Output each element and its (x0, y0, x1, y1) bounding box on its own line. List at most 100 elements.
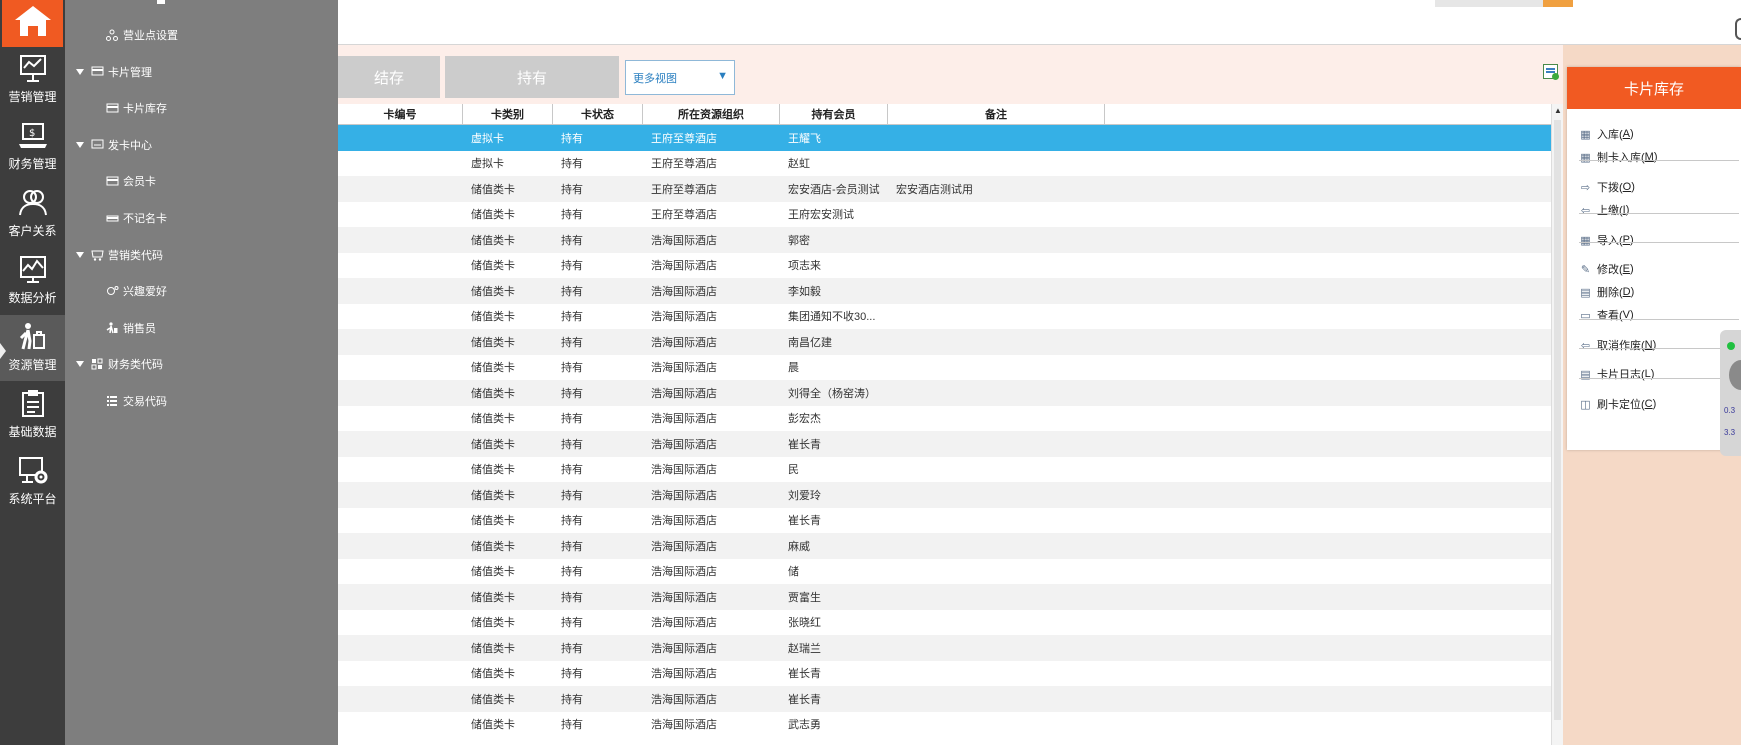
cell-card-type: 储值类卡 (471, 617, 515, 630)
table-row[interactable]: 储值类卡 持有 浩海国际酒店 项志来 (338, 253, 1551, 279)
action-delete[interactable]: ▤ 删除(D) (1579, 282, 1634, 302)
expand-triangle-icon[interactable] (76, 361, 84, 368)
cell-card-type: 储值类卡 (471, 693, 515, 706)
action-make-card[interactable]: ▦ 制卡入库(M) (1579, 147, 1657, 167)
action-cancel-void[interactable]: ⇦ 取消作废(N) (1579, 335, 1656, 355)
action-stock-in[interactable]: ▦ 入库(A) (1579, 124, 1633, 144)
cell-card-status: 持有 (561, 591, 583, 604)
table-row[interactable]: 虚拟卡 持有 王府至尊酒店 赵虹 (338, 151, 1551, 177)
finance-code-icon (90, 358, 104, 370)
column-header-card-no[interactable]: 卡编号 (338, 104, 463, 124)
tree-item-card-center[interactable]: 发卡中心 (76, 136, 152, 154)
table-row[interactable]: 储值类卡 持有 浩海国际酒店 麻威 (338, 533, 1551, 559)
column-header-org[interactable]: 所在资源组织 (643, 104, 780, 124)
action-return-arrow[interactable]: ⇦ 上缴(I) (1579, 200, 1630, 220)
column-header-member[interactable]: 持有会员 (780, 104, 888, 124)
table-row[interactable]: 储值类卡 持有 浩海国际酒店 崔长青 (338, 508, 1551, 534)
expand-triangle-icon[interactable] (76, 68, 84, 75)
table-row[interactable]: 储值类卡 持有 浩海国际酒店 郭密 (338, 227, 1551, 253)
cell-org: 浩海国际酒店 (651, 617, 717, 630)
sidebar-item-customers[interactable]: 客户关系 (0, 181, 65, 247)
action-swipe-card[interactable]: ◫ 刷卡定位(C) (1579, 394, 1656, 414)
allocate-arrow-icon: ⇨ (1580, 181, 1591, 194)
tree-item-label: 卡片管理 (108, 66, 152, 79)
transaction-list-icon (105, 395, 119, 407)
sidebar-item-resource-person[interactable]: 资源管理 (0, 315, 65, 381)
more-views-select[interactable]: 更多视图 ▼ (625, 60, 735, 95)
table-row[interactable]: 储值类卡 持有 浩海国际酒店 彭宏杰 (338, 406, 1551, 432)
table-row[interactable]: 储值类卡 持有 浩海国际酒店 贾富生 (338, 584, 1551, 610)
action-log-document[interactable]: ▤ 卡片日志(L) (1579, 364, 1654, 384)
action-allocate-arrow[interactable]: ⇨ 下拨(O) (1579, 177, 1635, 197)
action-label-end: ) (1652, 339, 1657, 351)
scroll-up-icon[interactable]: ▲ (1554, 106, 1562, 115)
make-card-icon: ▦ (1580, 151, 1591, 164)
table-row[interactable]: 储值类卡 持有 浩海国际酒店 武志勇 (338, 712, 1551, 738)
export-excel-icon[interactable] (1543, 64, 1559, 80)
table-row[interactable]: 储值类卡 持有 浩海国际酒店 民 (338, 457, 1551, 483)
action-edit[interactable]: ✎ 修改(E) (1579, 259, 1634, 279)
tree-item-hobby[interactable]: 兴趣爱好 (105, 282, 167, 300)
table-row[interactable]: 储值类卡 持有 浩海国际酒店 晨 (338, 355, 1551, 381)
scroll-thumb[interactable] (1554, 120, 1561, 720)
expand-triangle-icon[interactable] (76, 251, 84, 258)
cell-card-type: 储值类卡 (471, 209, 515, 222)
tree-item-transaction-list[interactable]: 交易代码 (105, 392, 167, 410)
table-row[interactable]: 储值类卡 持有 王府至尊酒店 王府宏安测试 (338, 202, 1551, 228)
table-row[interactable]: 储值类卡 持有 浩海国际酒店 南昌亿建 (338, 329, 1551, 355)
cell-note: 宏安酒店测试用 (896, 183, 973, 196)
more-views-value: 更多视图 (633, 72, 677, 85)
action-shortcut-key: D (1622, 286, 1631, 298)
tree-item-member-card[interactable]: 会员卡 (105, 172, 156, 190)
sidebar-item-finance-laptop[interactable]: $ 财务管理 (0, 114, 65, 180)
table-scrollbar[interactable]: ▲ (1551, 104, 1563, 745)
floating-widget[interactable]: 0.3 3.3 (1720, 330, 1741, 456)
sidebar-item-clipboard[interactable]: 基础数据 (0, 382, 65, 448)
tree-item-marketing-code[interactable]: 营销类代码 (76, 246, 163, 264)
table-row[interactable]: 储值类卡 持有 浩海国际酒店 刘得全（杨窑涛） (338, 380, 1551, 406)
table-row[interactable]: 储值类卡 持有 浩海国际酒店 崔长青 (338, 661, 1551, 687)
tree-item-card-stock[interactable]: 卡片库存 (105, 99, 167, 117)
tree-item-card-folder[interactable]: 卡片管理 (76, 63, 152, 81)
cell-org: 王府至尊酒店 (651, 158, 717, 171)
tree-item-network[interactable]: 营业点设置 (105, 26, 178, 44)
cell-org: 浩海国际酒店 (651, 438, 717, 451)
table-row[interactable]: 储值类卡 持有 浩海国际酒店 储 (338, 559, 1551, 585)
action-label-end: ) (1625, 204, 1630, 216)
sidebar-item-marketing-board[interactable]: 营销管理 (0, 47, 65, 113)
widget-value-1: 0.3 (1724, 406, 1736, 415)
tree-item-anonymous-card[interactable]: 不记名卡 (105, 209, 167, 227)
table-row[interactable]: 储值类卡 持有 浩海国际酒店 崔长青 (338, 686, 1551, 712)
column-header-note[interactable]: 备注 (888, 104, 1105, 124)
action-label: 制卡入库( (1597, 152, 1645, 164)
column-header-card-status[interactable]: 卡状态 (553, 104, 643, 124)
import-icon: ▦ (1580, 234, 1591, 247)
action-import[interactable]: ▦ 导入(P) (1579, 230, 1633, 250)
expand-triangle-icon[interactable] (76, 141, 84, 148)
sidebar-item-system-gear[interactable]: 系统平台 (0, 449, 65, 515)
sidebar-item-data-chart[interactable]: 数据分析 (0, 248, 65, 314)
cell-card-type: 储值类卡 (471, 260, 515, 273)
network-icon (105, 29, 119, 41)
table-row[interactable]: 虚拟卡 持有 王府至尊酒店 王耀飞 (338, 125, 1551, 151)
cell-org: 浩海国际酒店 (651, 566, 717, 579)
tree-item-salesman[interactable]: 销售员 (105, 319, 156, 337)
table-row[interactable]: 储值类卡 持有 浩海国际酒店 张晓红 (338, 610, 1551, 636)
top-right-handle-icon[interactable] (1735, 18, 1741, 40)
table-row[interactable]: 储值类卡 持有 王府至尊酒店 宏安酒店-会员测试 宏安酒店测试用 (338, 176, 1551, 202)
tab-balance[interactable]: 结存 (338, 56, 440, 98)
home-logo[interactable] (2, 0, 63, 47)
tree-item-finance-code[interactable]: 财务类代码 (76, 355, 163, 373)
hobby-icon (105, 285, 119, 297)
action-view-monitor[interactable]: ▭ 查看(V) (1579, 305, 1633, 325)
cell-card-status: 持有 (561, 158, 583, 171)
salesman-icon (105, 322, 119, 334)
column-header-card-type[interactable]: 卡类别 (463, 104, 553, 124)
tab-holding[interactable]: 持有 (445, 56, 619, 98)
table-row[interactable]: 储值类卡 持有 浩海国际酒店 崔长青 (338, 431, 1551, 457)
table-row[interactable]: 储值类卡 持有 浩海国际酒店 刘爱玲 (338, 482, 1551, 508)
cell-member: 张晓红 (788, 617, 821, 630)
table-row[interactable]: 储值类卡 持有 浩海国际酒店 赵瑞兰 (338, 635, 1551, 661)
table-row[interactable]: 储值类卡 持有 浩海国际酒店 集团通知不收30... (338, 304, 1551, 330)
table-row[interactable]: 储值类卡 持有 浩海国际酒店 李如毅 (338, 278, 1551, 304)
